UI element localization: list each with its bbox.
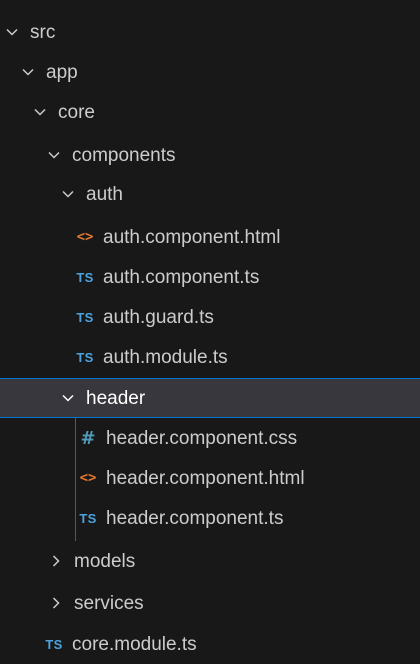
tree-folder-services[interactable]: services bbox=[0, 583, 420, 623]
chevron-right-icon bbox=[48, 595, 64, 611]
typescript-icon: TS bbox=[76, 309, 94, 325]
tree-folder-src[interactable]: src bbox=[0, 12, 420, 52]
chevron-down-icon bbox=[60, 390, 76, 406]
tree-item-label: auth.module.ts bbox=[103, 346, 228, 368]
chevron-down-icon bbox=[32, 104, 48, 120]
tree-folder-auth[interactable]: auth bbox=[0, 174, 420, 214]
chevron-down-icon bbox=[60, 186, 76, 202]
tree-item-label: src bbox=[30, 21, 56, 43]
tree-item-label: auth.component.ts bbox=[103, 266, 260, 288]
tree-folder-header[interactable]: header bbox=[0, 378, 420, 418]
tree-item-label: app bbox=[46, 61, 78, 83]
tree-file-core-module-ts[interactable]: TS core.module.ts bbox=[0, 624, 420, 664]
tree-file-auth-component-ts[interactable]: TS auth.component.ts bbox=[0, 257, 420, 297]
tree-file-header-component-css[interactable]: # header.component.css bbox=[0, 418, 420, 458]
tree-folder-models[interactable]: models bbox=[0, 541, 420, 581]
chevron-down-icon bbox=[4, 24, 20, 40]
tree-item-label: header bbox=[86, 387, 146, 409]
tree-file-auth-module-ts[interactable]: TS auth.module.ts bbox=[0, 337, 420, 377]
typescript-icon: TS bbox=[76, 349, 94, 365]
tree-item-label: auth.guard.ts bbox=[103, 306, 214, 328]
file-explorer-tree: src app core components auth <> auth.com… bbox=[0, 0, 420, 664]
tree-file-auth-guard-ts[interactable]: TS auth.guard.ts bbox=[0, 297, 420, 337]
tree-item-label: header.component.ts bbox=[106, 507, 284, 529]
tree-folder-app[interactable]: app bbox=[0, 52, 420, 92]
tree-item-label: components bbox=[72, 144, 176, 166]
tree-file-auth-component-html[interactable]: <> auth.component.html bbox=[0, 217, 420, 257]
tree-item-label: core bbox=[58, 101, 95, 123]
tree-file-header-component-html[interactable]: <> header.component.html bbox=[0, 458, 420, 498]
html-icon: <> bbox=[76, 229, 94, 245]
tree-item-label: header.component.html bbox=[106, 467, 305, 489]
html-icon: <> bbox=[79, 470, 97, 486]
tree-folder-core[interactable]: core bbox=[0, 92, 420, 132]
chevron-down-icon bbox=[46, 147, 62, 163]
typescript-icon: TS bbox=[76, 269, 94, 285]
tree-item-label: auth bbox=[86, 183, 123, 205]
typescript-icon: TS bbox=[79, 510, 97, 526]
chevron-right-icon bbox=[48, 553, 64, 569]
tree-folder-components[interactable]: components bbox=[0, 135, 420, 175]
tree-item-label: models bbox=[74, 550, 136, 572]
css-icon: # bbox=[80, 427, 96, 449]
tree-file-header-component-ts[interactable]: TS header.component.ts bbox=[0, 498, 420, 538]
chevron-down-icon bbox=[20, 64, 36, 80]
tree-item-label: services bbox=[74, 592, 144, 614]
tree-item-label: core.module.ts bbox=[72, 633, 197, 655]
tree-item-label: auth.component.html bbox=[103, 226, 281, 248]
typescript-icon: TS bbox=[45, 636, 63, 652]
tree-item-label: header.component.css bbox=[106, 427, 298, 449]
